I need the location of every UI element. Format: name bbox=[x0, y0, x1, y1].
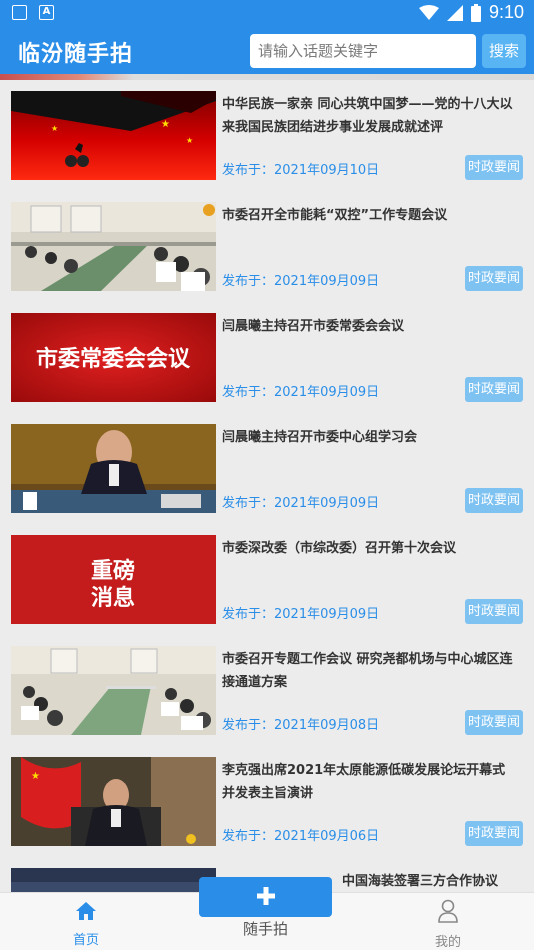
news-title[interactable]: 闫晨曦主持召开市委中心组学习会 bbox=[222, 426, 518, 449]
thumbnail-text: 消息 bbox=[91, 585, 135, 611]
news-item[interactable]: 市委召开专题工作会议 研究尧都机场与中心城区连接通道方案 发布于：2021年09… bbox=[0, 635, 534, 746]
news-thumbnail bbox=[11, 646, 216, 735]
news-item[interactable]: ★ ★ ★ 中华民族一家亲 同心共筑中国梦——党的十八大以来我国民族团结进步事业… bbox=[0, 80, 534, 191]
news-item[interactable]: ★ 李克强出席2021年太原能源低碳发展论坛开幕式并发表主旨演讲 发布于：202… bbox=[0, 746, 534, 857]
news-category-tag[interactable]: 时政要闻 bbox=[465, 155, 523, 180]
news-title[interactable]: 市委召开全市能耗“双控”工作专题会议 bbox=[222, 204, 518, 227]
plus-icon bbox=[256, 887, 275, 905]
home-icon bbox=[76, 902, 96, 920]
nav-mine[interactable]: 我的 bbox=[418, 899, 478, 950]
signal-icon bbox=[446, 4, 463, 21]
news-thumbnail: 重磅 消息 bbox=[11, 535, 216, 624]
app-notification-icon: A bbox=[39, 5, 54, 20]
wifi-icon bbox=[418, 4, 439, 20]
news-date: 发布于：2021年09月10日 bbox=[222, 163, 380, 178]
news-thumbnail bbox=[11, 424, 216, 513]
thumbnail-text: 重磅 bbox=[91, 558, 135, 584]
news-date: 发布于：2021年09月09日 bbox=[222, 607, 380, 622]
news-date: 发布于：2021年09月09日 bbox=[222, 385, 380, 400]
svg-text:★: ★ bbox=[51, 124, 58, 133]
nav-mine-label: 我的 bbox=[434, 935, 461, 950]
app-title: 临汾随手拍 bbox=[18, 42, 134, 67]
clock: 9:10 bbox=[488, 2, 524, 22]
news-date: 发布于：2021年09月09日 bbox=[222, 274, 380, 289]
news-item[interactable]: 市委常委会会议 闫晨曦主持召开市委常委会会议 发布于：2021年09月09日 时… bbox=[0, 302, 534, 413]
news-category-tag[interactable]: 时政要闻 bbox=[465, 266, 523, 291]
news-category-tag[interactable]: 时政要闻 bbox=[465, 488, 523, 513]
svg-text:★: ★ bbox=[161, 119, 170, 130]
news-thumbnail: ★ bbox=[11, 757, 216, 846]
news-category-tag[interactable]: 时政要闻 bbox=[465, 710, 523, 735]
news-thumbnail: ★ ★ ★ bbox=[11, 91, 216, 180]
news-title[interactable]: 闫晨曦主持召开市委常委会会议 bbox=[222, 315, 518, 338]
search-input[interactable] bbox=[250, 34, 476, 68]
news-item[interactable]: 市委召开全市能耗“双控”工作专题会议 发布于：2021年09月09日 时政要闻 bbox=[0, 191, 534, 302]
capture-label[interactable]: 随手拍 bbox=[199, 918, 332, 939]
news-thumbnail bbox=[11, 202, 216, 291]
news-category-tag[interactable]: 时政要闻 bbox=[465, 599, 523, 624]
thumbnail-text: 市委常委会会议 bbox=[36, 346, 191, 372]
news-title[interactable]: 中华民族一家亲 同心共筑中国梦——党的十八大以来我国民族团结进步事业发展成就述评 bbox=[222, 93, 518, 139]
news-title[interactable]: 市委深改委（市综改委）召开第十次会议 bbox=[222, 537, 518, 560]
app-bar: 临汾随手拍 搜索 bbox=[0, 28, 534, 74]
news-category-tag[interactable]: 时政要闻 bbox=[465, 821, 523, 846]
search-button[interactable]: 搜索 bbox=[482, 34, 526, 68]
news-thumbnail: 市委常委会会议 bbox=[11, 313, 216, 402]
news-item[interactable]: 闫晨曦主持召开市委中心组学习会 发布于：2021年09月09日 时政要闻 bbox=[0, 413, 534, 524]
news-category-tag[interactable]: 时政要闻 bbox=[465, 377, 523, 402]
news-date: 发布于：2021年09月06日 bbox=[222, 829, 380, 844]
news-item[interactable]: 重磅 消息 市委深改委（市综改委）召开第十次会议 发布于：2021年09月09日… bbox=[0, 524, 534, 635]
nav-home-label: 首页 bbox=[72, 933, 99, 948]
nav-home[interactable]: 首页 bbox=[56, 899, 116, 948]
message-notification-icon bbox=[12, 5, 27, 20]
news-title[interactable]: 中国海装签署三方合作协议 bbox=[342, 870, 534, 892]
status-bar: A 9:10 bbox=[0, 0, 534, 28]
battery-icon bbox=[470, 3, 481, 22]
news-thumbnail bbox=[11, 868, 216, 892]
news-date: 发布于：2021年09月08日 bbox=[222, 718, 380, 733]
news-list[interactable]: ★ ★ ★ 中华民族一家亲 同心共筑中国梦——党的十八大以来我国民族团结进步事业… bbox=[0, 80, 534, 892]
capture-button[interactable] bbox=[199, 877, 332, 917]
svg-text:★: ★ bbox=[31, 771, 40, 782]
news-date: 发布于：2021年09月09日 bbox=[222, 496, 380, 511]
svg-text:★: ★ bbox=[186, 136, 193, 145]
news-title[interactable]: 李克强出席2021年太原能源低碳发展论坛开幕式并发表主旨演讲 bbox=[222, 759, 518, 805]
user-icon bbox=[438, 899, 458, 923]
news-title[interactable]: 市委召开专题工作会议 研究尧都机场与中心城区连接通道方案 bbox=[222, 648, 518, 694]
